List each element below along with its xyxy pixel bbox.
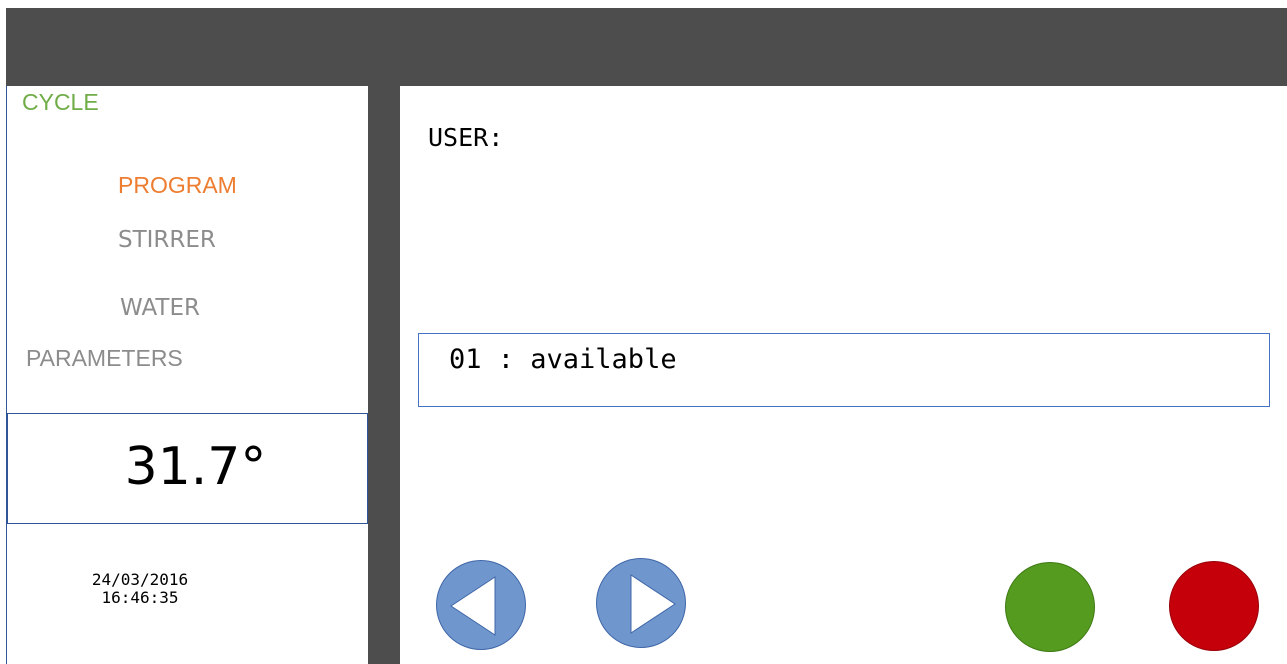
datetime-display: 24/03/2016 16:46:35 <box>60 571 220 607</box>
program-list-item[interactable]: 01 : available <box>418 333 1270 407</box>
program-list-item-text: 01 : available <box>449 344 677 375</box>
left-triangle-icon <box>450 576 496 636</box>
panel-divider <box>368 86 400 664</box>
cancel-button[interactable] <box>1169 561 1259 651</box>
section-label-cycle: CYCLE <box>22 89 99 115</box>
top-bar <box>6 8 1287 86</box>
confirm-button[interactable] <box>1005 562 1095 652</box>
previous-button[interactable] <box>436 560 526 650</box>
menu-item-water[interactable]: WATER <box>120 294 200 322</box>
temperature-display: 31.7° <box>7 413 368 524</box>
menu-item-stirrer[interactable]: STIRRER <box>118 226 216 254</box>
menu-item-parameters[interactable]: PARAMETERS <box>26 344 183 372</box>
user-label: USER: <box>428 123 504 152</box>
time-text: 16:46:35 <box>101 588 179 607</box>
screen: CYCLE PROGRAM STIRRER WATER PARAMETERS 3… <box>0 0 1287 664</box>
date-text: 24/03/2016 <box>91 570 189 589</box>
temperature-value: 31.7° <box>124 437 267 497</box>
menu-item-program[interactable]: PROGRAM <box>118 171 237 199</box>
next-button[interactable] <box>596 558 686 648</box>
right-triangle-icon <box>630 574 676 634</box>
